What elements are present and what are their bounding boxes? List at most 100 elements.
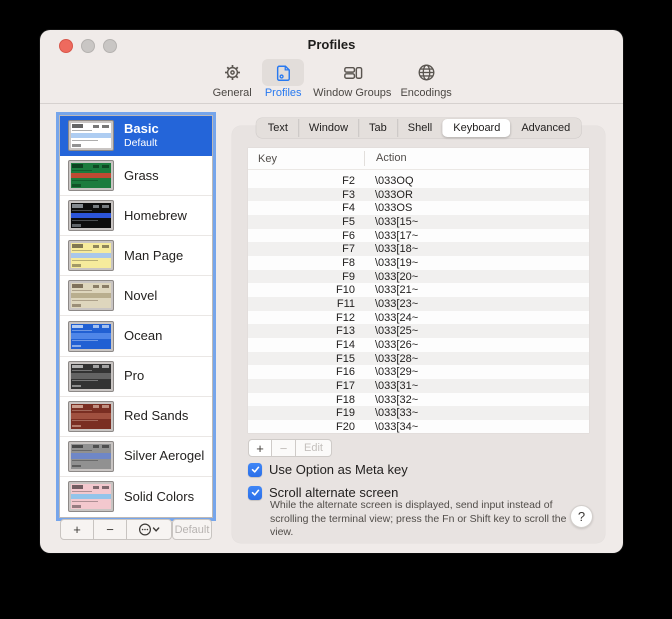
- scroll-alternate-help-text: While the alternate screen is displayed,…: [270, 499, 567, 538]
- profile-name: Solid Colors: [124, 488, 195, 504]
- profile-list-item[interactable]: Red Sands: [60, 396, 212, 437]
- shortcut-row[interactable]: F17 \033[31~: [248, 379, 589, 393]
- shortcut-key: F3: [342, 188, 355, 201]
- shortcut-row[interactable]: F10 \033[21~: [248, 283, 589, 297]
- shortcut-key: F2: [342, 174, 355, 187]
- shortcut-row[interactable]: F3 \033OR: [248, 187, 589, 202]
- shortcut-row[interactable]: F8 \033[19~: [248, 256, 589, 270]
- profile-thumbnail: [68, 120, 114, 152]
- shortcut-row[interactable]: F19 \033[33~: [248, 406, 589, 421]
- shortcut-key: F12: [336, 311, 355, 324]
- remove-shortcut-button[interactable]: −: [272, 439, 296, 457]
- profile-thumbnail: [68, 200, 114, 232]
- shortcut-action: \033[20~: [375, 270, 419, 283]
- tab-tab[interactable]: Tab: [358, 119, 397, 137]
- shortcut-key: F13: [336, 325, 355, 338]
- tab-keyboard[interactable]: Keyboard: [442, 119, 511, 137]
- profile-default-badge: Default: [124, 137, 158, 150]
- scroll-alternate-screen-checkbox-row[interactable]: Scroll alternate screen: [248, 485, 398, 500]
- tab-window[interactable]: Window: [297, 119, 358, 137]
- profile-list-item[interactable]: Ocean: [60, 316, 212, 357]
- shortcut-action: \033[28~: [375, 352, 419, 365]
- column-header-key: Key: [258, 152, 277, 165]
- toolbar-item-window-groups[interactable]: Window Groups: [313, 59, 391, 103]
- toolbar-item-profiles[interactable]: Profiles: [262, 59, 305, 103]
- window-groups-icon: [331, 59, 373, 86]
- use-option-as-meta-checkbox-row[interactable]: Use Option as Meta key: [248, 462, 408, 477]
- shortcut-row[interactable]: F14 \033[26~: [248, 338, 589, 352]
- profile-name: Novel: [124, 287, 158, 303]
- checkbox-checked-icon[interactable]: [248, 485, 262, 500]
- profile-thumbnail: [68, 440, 114, 472]
- profile-list-item[interactable]: Solid Colors: [60, 476, 212, 517]
- toolbar-label-general: General: [212, 87, 252, 99]
- shortcut-row[interactable]: F9 \033[20~: [248, 269, 589, 284]
- profile-action-menu-button[interactable]: [127, 519, 172, 540]
- profile-name: Basic: [124, 120, 159, 136]
- help-button[interactable]: ?: [570, 505, 593, 528]
- shortcut-action: \033[31~: [375, 379, 419, 392]
- toolbar-separator: [40, 103, 623, 104]
- shortcut-row[interactable]: F11 \033[23~: [248, 297, 589, 311]
- shortcut-row[interactable]: F7 \033[18~: [248, 242, 589, 257]
- profile-list-item[interactable]: Silver Aerogel: [60, 436, 212, 477]
- keyboard-shortcut-table: Key Action \033OP F2 \033OQ F3 \033OR F4…: [248, 148, 589, 433]
- shortcut-row[interactable]: F18 \033[32~: [248, 393, 589, 407]
- profile-list-item[interactable]: Man Page: [60, 236, 212, 277]
- shortcut-action: \033[23~: [375, 297, 419, 310]
- add-profile-button[interactable]: +: [60, 519, 94, 540]
- checkbox-label: Use Option as Meta key: [269, 462, 408, 477]
- add-shortcut-button[interactable]: +: [248, 439, 272, 457]
- titlebar[interactable]: Profiles: [40, 30, 623, 58]
- column-header-action: Action: [364, 151, 589, 166]
- table-body: F2 \033OQ F3 \033OR F4 \033OS F5 \033[15…: [248, 174, 589, 434]
- shortcut-row[interactable]: F6 \033[17~: [248, 229, 589, 243]
- profile-list-item[interactable]: Novel: [60, 276, 212, 317]
- shortcut-row[interactable]: F4 \033OS: [248, 201, 589, 215]
- profile-name: Man Page: [124, 247, 184, 263]
- tab-advanced[interactable]: Advanced: [510, 119, 580, 137]
- checkbox-checked-icon[interactable]: [248, 462, 262, 477]
- close-button[interactable]: [59, 39, 73, 53]
- shortcut-row[interactable]: F15 \033[28~: [248, 351, 589, 366]
- shortcut-action: \033OR: [375, 188, 413, 201]
- shortcut-action: \033[15~: [375, 215, 419, 228]
- default-profile-button[interactable]: Default: [172, 519, 212, 540]
- minimize-button[interactable]: [81, 39, 95, 53]
- shortcut-action: \033[29~: [375, 366, 419, 379]
- shortcut-row[interactable]: F16 \033[29~: [248, 365, 589, 379]
- shortcut-action: \033[17~: [375, 229, 419, 242]
- profile-list-item[interactable]: Grass: [60, 156, 212, 197]
- profile-thumbnail: [68, 360, 114, 392]
- shortcut-action: \033[24~: [375, 311, 419, 324]
- profile-list-item[interactable]: Pro: [60, 356, 212, 397]
- toolbar-item-general[interactable]: General: [211, 59, 253, 103]
- ellipsis-circle-chevron-icon: [138, 523, 160, 536]
- toolbar-item-encodings[interactable]: Encodings: [400, 59, 452, 103]
- tab-shell[interactable]: Shell: [396, 119, 442, 137]
- profile-list: Basic Default Grass Homebrew Man Page No…: [60, 116, 212, 517]
- shortcut-row[interactable]: F5 \033[15~: [248, 215, 589, 229]
- shortcut-key: F19: [336, 407, 355, 420]
- tab-text[interactable]: Text: [257, 119, 298, 137]
- shortcut-row[interactable]: F20 \033[34~: [248, 420, 589, 434]
- shortcut-action: \033[18~: [375, 243, 419, 256]
- profile-list-item[interactable]: Homebrew: [60, 196, 212, 237]
- profile-name: Pro: [124, 367, 145, 383]
- profile-list-actions: + − Default: [60, 519, 212, 540]
- window-title: Profiles: [307, 37, 356, 52]
- shortcut-action: \033[34~: [375, 420, 419, 433]
- profile-thumbnail: [68, 481, 114, 513]
- shortcut-key: F18: [336, 393, 355, 406]
- remove-profile-button[interactable]: −: [94, 519, 127, 540]
- zoom-button[interactable]: [103, 39, 117, 53]
- edit-shortcut-button[interactable]: Edit: [296, 439, 332, 457]
- shortcut-key: F11: [336, 297, 355, 310]
- shortcut-row[interactable]: F13 \033[25~: [248, 324, 589, 339]
- profile-list-item[interactable]: Basic Default: [60, 116, 212, 157]
- traffic-lights: [59, 39, 117, 53]
- shortcut-row[interactable]: F2 \033OQ: [248, 174, 589, 188]
- shortcut-action: \033[33~: [375, 407, 419, 420]
- shortcut-row[interactable]: F12 \033[24~: [248, 311, 589, 325]
- shortcut-key: F17: [336, 379, 355, 392]
